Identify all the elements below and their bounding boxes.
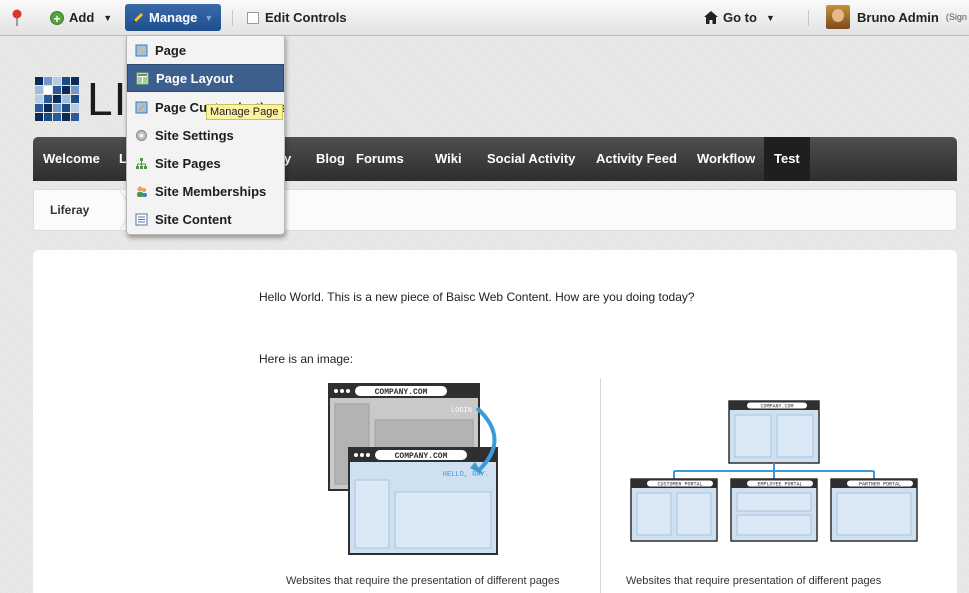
- chevron-down-icon: ▼: [765, 12, 775, 23]
- content-paragraph: Here is an image:: [259, 352, 354, 366]
- portal-label: CUSTOMER PORTAL: [657, 482, 702, 488]
- nav-item-wiki[interactable]: Wiki: [435, 137, 462, 181]
- illustration-hello-label: HELLO, RAY.: [443, 471, 489, 479]
- page-icon: [135, 44, 148, 56]
- menu-item-site-content[interactable]: Site Content: [127, 205, 284, 233]
- edit-controls-checkbox[interactable]: [247, 11, 259, 24]
- divider: [808, 10, 809, 26]
- illustration-url-label: COMPANY.COM: [760, 404, 793, 410]
- menu-item-label: Site Memberships: [155, 183, 267, 199]
- nav-item-social-activity[interactable]: Social Activity: [487, 137, 575, 181]
- portal-hierarchy-illustration: COMPANY.COM CUSTOMER PORTAL EMPLOYEE POR…: [630, 400, 918, 542]
- web-content-portlet: Hello World. This is a new piece of Bais…: [33, 250, 957, 593]
- home-icon: [704, 11, 718, 24]
- add-label: Add: [69, 10, 95, 25]
- portal-label: EMPLOYEE PORTAL: [757, 482, 802, 488]
- menu-item-label: Page: [155, 42, 187, 58]
- pencil-icon: [133, 12, 143, 23]
- column-divider: [600, 378, 601, 593]
- content-paragraph: Hello World. This is a new piece of Bais…: [259, 290, 695, 304]
- chevron-down-icon: ▼: [103, 12, 113, 23]
- avatar[interactable]: [826, 5, 850, 29]
- goto-menu-button[interactable]: Go to ▼: [704, 10, 775, 25]
- nav-item-blog[interactable]: Blog: [316, 137, 345, 181]
- logo-mark-icon: [35, 77, 79, 121]
- menu-item-site-memberships[interactable]: Site Memberships: [127, 177, 284, 205]
- goto-label: Go to: [723, 10, 757, 25]
- page-customizations-icon: [135, 101, 148, 113]
- manage-menu-button[interactable]: Manage ▼: [125, 4, 221, 31]
- nav-item-welcome[interactable]: Welcome: [43, 137, 100, 181]
- menu-item-page[interactable]: Page: [127, 36, 284, 64]
- nav-item-workflow[interactable]: Workflow: [697, 137, 755, 181]
- user-name[interactable]: Bruno Admin: [857, 10, 939, 25]
- menu-item-label: Site Settings: [155, 127, 234, 143]
- users-icon: [137, 186, 147, 197]
- illustration-url-label: COMPANY.COM: [375, 388, 428, 397]
- tooltip: Manage Page: [206, 104, 283, 120]
- portal-label: PARTNER PORTAL: [859, 482, 901, 488]
- pin-icon[interactable]: [10, 9, 24, 27]
- manage-dropdown-menu: Page Page Layout Page Customizations Sit…: [126, 35, 285, 235]
- menu-item-label: Page Layout: [156, 70, 234, 86]
- image-caption: Websites that require the presentation o…: [286, 575, 560, 587]
- page-layout-icon: [136, 72, 149, 84]
- menu-item-label: Site Content: [155, 211, 232, 227]
- nav-item-activity-feed[interactable]: Activity Feed: [596, 137, 677, 181]
- sitemap-icon: [136, 157, 147, 169]
- menu-item-site-pages[interactable]: Site Pages: [127, 149, 284, 177]
- manage-label: Manage: [149, 10, 198, 25]
- menu-item-page-layout[interactable]: Page Layout: [127, 64, 284, 92]
- breadcrumb-item[interactable]: Liferay: [50, 203, 89, 217]
- nav-item-forums[interactable]: Forums: [356, 137, 404, 181]
- illustration-url-label: COMPANY.COM: [395, 452, 448, 461]
- edit-controls-label: Edit Controls: [265, 10, 347, 25]
- edit-controls-toggle[interactable]: Edit Controls: [247, 10, 347, 25]
- sign-out-link[interactable]: (Sign Out): [946, 12, 969, 22]
- user-menu[interactable]: Bruno Admin (Sign Out): [826, 5, 969, 29]
- add-icon: +: [50, 10, 64, 26]
- content-icon: [135, 213, 148, 225]
- chevron-down-icon: ▼: [204, 12, 214, 23]
- divider: [232, 10, 233, 26]
- illustration-login-label: LOGIN: [451, 407, 472, 415]
- personalized-pages-illustration: COMPANY.COM LOGIN COMPANY.COM HELLO, RAY…: [328, 383, 498, 555]
- image-caption: Websites that require presentation of di…: [626, 575, 882, 587]
- nav-item-partial[interactable]: y: [284, 137, 291, 181]
- gear-icon: [136, 129, 147, 141]
- dockbar: + Add ▼ Manage ▼ Edit Controls Go to ▼ B…: [0, 0, 969, 36]
- menu-item-site-settings[interactable]: Site Settings: [127, 121, 284, 149]
- menu-item-label: Site Pages: [155, 155, 221, 171]
- add-menu-button[interactable]: + Add ▼: [50, 10, 113, 26]
- nav-item-test[interactable]: Test: [764, 137, 810, 181]
